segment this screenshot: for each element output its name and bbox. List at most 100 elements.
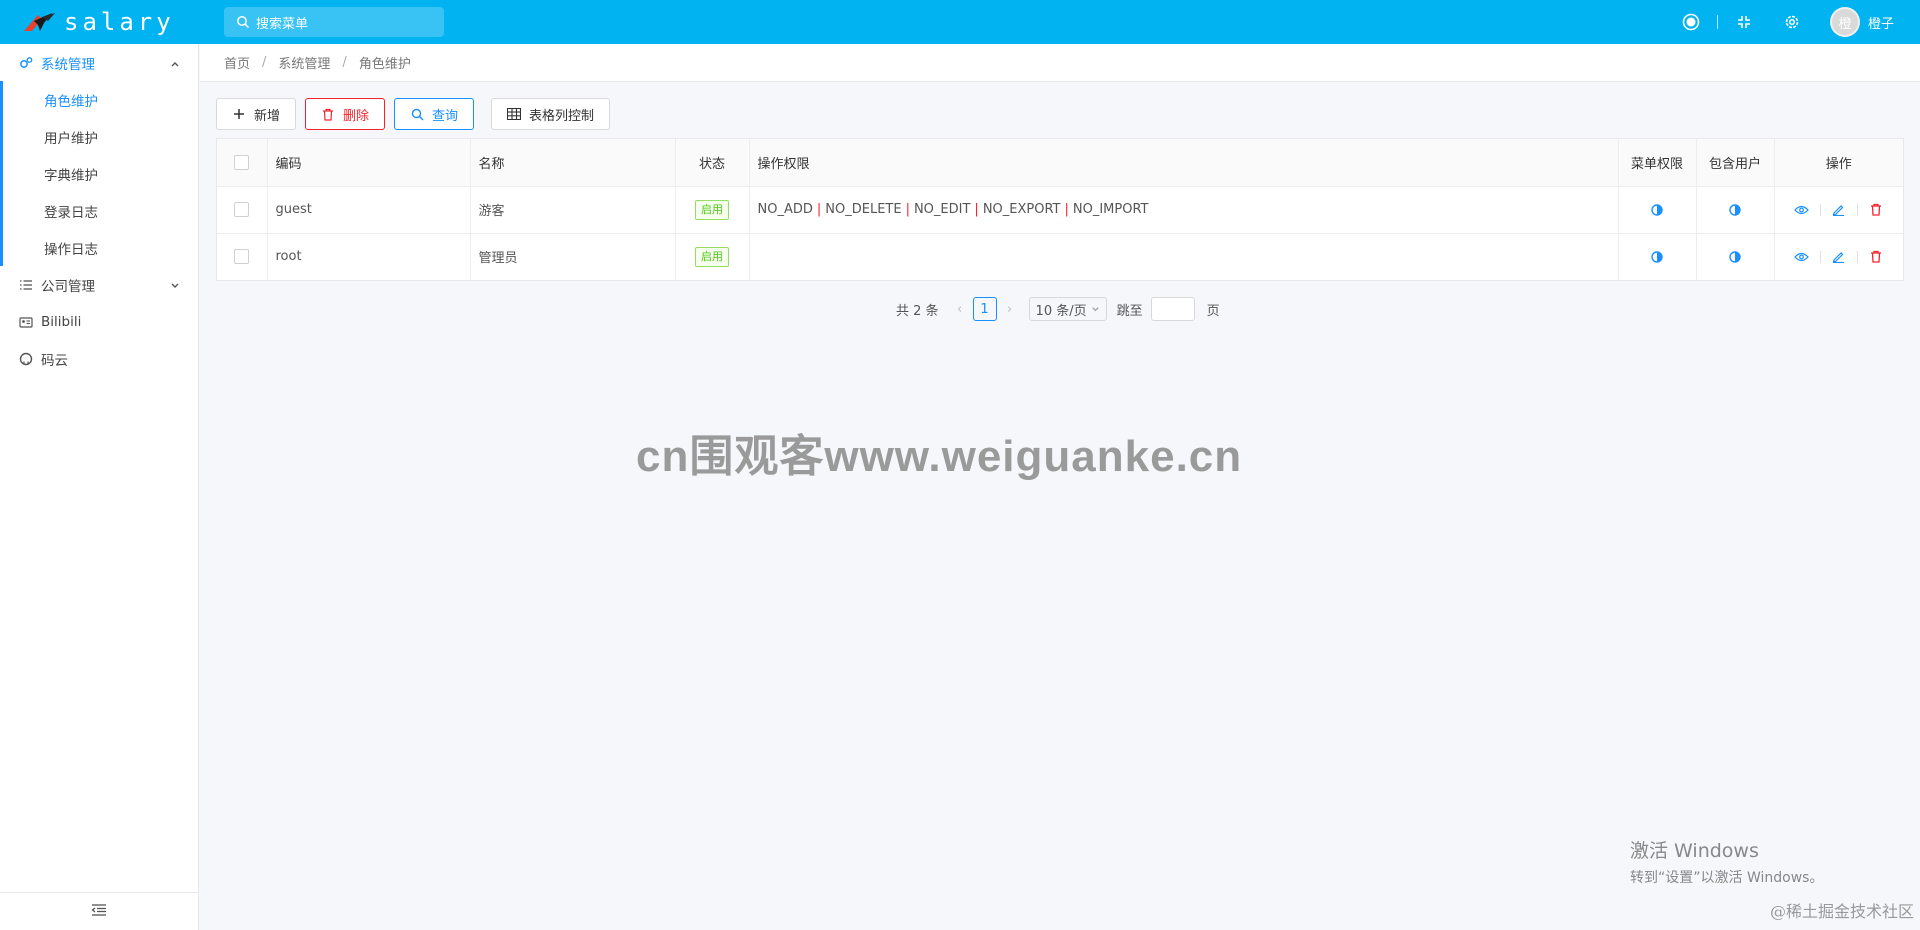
sidebar-item-label: 码云	[41, 352, 68, 369]
app-logo[interactable]: salary	[0, 0, 199, 44]
app-name: salary	[64, 8, 175, 36]
cell-menu-perm	[1618, 233, 1697, 280]
delete-trash-icon[interactable]	[1868, 202, 1884, 218]
page-size-select[interactable]: 10 条/页	[1028, 297, 1107, 321]
sidebar-item-dict[interactable]: 字典维护	[0, 155, 198, 192]
username[interactable]: 橙子	[1868, 13, 1894, 32]
column-header-code[interactable]: 编码	[267, 139, 471, 187]
column-control-label: 表格列控制	[529, 108, 595, 124]
breadcrumb-current: 角色维护	[358, 57, 411, 72]
juejin-watermark: @稀土掘金技术社区	[1769, 902, 1914, 921]
op-divider	[1856, 203, 1858, 216]
sidebar-item-label: 用户维护	[44, 130, 98, 147]
site-watermark: cn围观客www.weiguanke.cn	[636, 432, 1243, 481]
page-suffix: 页	[1206, 303, 1220, 319]
cell-permissions: NO_ADD | NO_DELETE | NO_EDIT | NO_EXPORT | NO_IM…	[749, 186, 1619, 234]
sidebar-item-user[interactable]: 用户维护	[0, 118, 198, 155]
row-checkbox[interactable]	[234, 249, 250, 265]
permission-tag: NO_EDIT	[913, 202, 971, 217]
view-eye-icon[interactable]	[1794, 249, 1810, 265]
cell-name: 游客	[470, 186, 676, 234]
sidebar-item-label: 角色维护	[44, 93, 98, 110]
permission-tag: NO_ADD	[757, 202, 813, 217]
sidebar-group-label: 公司管理	[41, 278, 95, 295]
breadcrumb-home[interactable]: 首页	[224, 53, 250, 72]
column-header-name[interactable]: 名称	[470, 139, 676, 187]
chevron-down-icon	[170, 279, 180, 295]
cell-ops	[1774, 186, 1903, 234]
header-divider	[1716, 15, 1718, 29]
logo-icon	[22, 11, 56, 33]
contrast-icon[interactable]	[1729, 251, 1741, 263]
table-header-row: 编码 名称 状态 操作权限 菜单权限 包含用户 操作	[217, 139, 1903, 187]
sidebar-group-company[interactable]: 公司管理	[0, 266, 198, 303]
column-header-permissions[interactable]: 操作权限	[749, 139, 1619, 187]
sidebar-group-system[interactable]: 系统管理	[0, 44, 198, 81]
row-select-cell	[217, 233, 268, 280]
menu-search-input[interactable]: 搜索菜单	[224, 7, 444, 37]
trash-icon	[321, 107, 335, 121]
cell-status: 启用	[675, 233, 750, 280]
settings-gear-icon[interactable]	[1782, 12, 1802, 32]
cell-users	[1696, 186, 1775, 234]
sidebar-item-login-log[interactable]: 登录日志	[0, 192, 198, 229]
breadcrumb-separator: /	[342, 55, 347, 70]
sidebar-item-operation-log[interactable]: 操作日志	[0, 229, 198, 266]
search-placeholder: 搜索菜单	[256, 16, 309, 32]
view-eye-icon[interactable]	[1794, 202, 1810, 218]
status-badge: 启用	[695, 199, 729, 220]
delete-trash-icon[interactable]	[1868, 249, 1884, 265]
edit-icon[interactable]	[1831, 202, 1847, 218]
theme-toggle-icon[interactable]	[1681, 12, 1701, 32]
add-button[interactable]: 新增	[216, 98, 297, 130]
table-row: guest 游客 启用 NO_ADD | NO_DELETE | NO_EDIT | NO_…	[217, 186, 1903, 234]
windows-activation-subtitle: 转到“设置”以激活 Windows。	[1630, 870, 1824, 886]
column-header-menu-perm[interactable]: 菜单权限	[1618, 139, 1697, 187]
column-header-status[interactable]: 状态	[675, 139, 750, 187]
jump-page-input[interactable]	[1150, 297, 1195, 321]
fullscreen-icon[interactable]	[1734, 12, 1754, 32]
cell-code: guest	[267, 186, 471, 234]
select-all-cell	[217, 139, 268, 187]
menu-fold-icon	[91, 903, 107, 921]
column-control-button[interactable]: 表格列控制	[491, 98, 611, 130]
column-header-ops: 操作	[1774, 139, 1903, 187]
page-button-current[interactable]: 1	[972, 297, 997, 321]
permission-separator: |	[974, 202, 979, 217]
header-actions: 橙 橙子	[1681, 0, 1920, 44]
column-header-users[interactable]: 包含用户	[1696, 139, 1775, 187]
edit-icon[interactable]	[1831, 249, 1847, 265]
cell-code: root	[267, 233, 471, 280]
breadcrumb-system[interactable]: 系统管理	[278, 53, 330, 72]
cell-name: 管理员	[470, 233, 676, 280]
delete-button[interactable]: 删除	[305, 98, 386, 130]
chevron-down-icon	[1091, 305, 1100, 314]
contrast-icon[interactable]	[1651, 251, 1663, 263]
prev-page-icon[interactable]: ‹	[953, 302, 967, 317]
contrast-icon[interactable]	[1729, 203, 1741, 216]
sidebar-item-gitee[interactable]: 码云	[0, 340, 198, 377]
sidebar-item-role[interactable]: 角色维护	[0, 81, 198, 118]
sidebar-group-label: 系统管理	[41, 56, 95, 73]
user-avatar[interactable]: 橙	[1829, 7, 1860, 37]
page-size-value: 10 条/页	[1035, 303, 1087, 319]
status-badge: 启用	[695, 246, 729, 267]
role-table: 编码 名称 状态 操作权限 菜单权限 包含用户 操作 guest 游客 启用 N…	[216, 138, 1904, 281]
contrast-icon[interactable]	[1651, 203, 1663, 216]
gears-icon	[19, 56, 33, 70]
row-checkbox[interactable]	[234, 202, 250, 217]
search-icon	[410, 107, 424, 121]
cell-users	[1696, 233, 1775, 280]
github-icon	[19, 352, 33, 366]
sidebar-item-label: 操作日志	[44, 241, 98, 258]
select-all-checkbox[interactable]	[234, 154, 250, 170]
permission-tag: NO_IMPORT	[1072, 202, 1149, 217]
search-icon	[236, 15, 250, 29]
permission-separator: |	[905, 202, 910, 217]
next-page-icon[interactable]: ›	[1003, 302, 1017, 317]
breadcrumb-separator: /	[262, 55, 267, 70]
sidebar-item-label: Bilibili	[41, 313, 82, 330]
sidebar-collapse-button[interactable]	[0, 892, 198, 930]
query-button[interactable]: 查询	[394, 98, 475, 130]
sidebar-item-bilibili[interactable]: Bilibili	[0, 303, 198, 340]
